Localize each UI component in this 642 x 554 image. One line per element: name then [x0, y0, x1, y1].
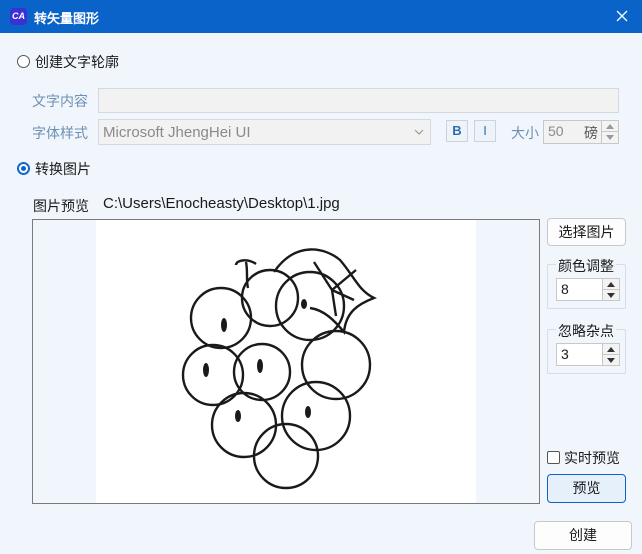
select-image-button[interactable]: 选择图片	[547, 218, 626, 246]
convert-image-radio[interactable]	[17, 162, 30, 175]
font-select-value: Microsoft JhengHei UI	[103, 124, 251, 141]
window-title: 转矢量图形	[34, 11, 100, 26]
spin-up-icon	[606, 124, 614, 129]
app-icon: CA	[10, 8, 27, 25]
dialog-body: 创建文字轮廓 文字内容 字体样式 Microsoft JhengHei UI B…	[0, 33, 642, 554]
italic-toggle[interactable]: I	[474, 120, 496, 142]
font-style-label: 字体样式	[32, 125, 88, 141]
size-stepper[interactable]: 50 磅	[543, 120, 619, 144]
color-spin[interactable]	[602, 279, 619, 300]
create-button[interactable]: 创建	[534, 521, 632, 550]
spin-down-icon	[607, 292, 615, 298]
grape-sketch-image	[181, 248, 377, 490]
noise-title: 忽略杂点	[556, 321, 616, 341]
font-select[interactable]: Microsoft JhengHei UI	[98, 119, 431, 145]
close-button[interactable]	[602, 0, 642, 33]
preview-button[interactable]: 预览	[547, 474, 626, 503]
size-label: 大小	[511, 125, 539, 141]
size-value: 50	[548, 123, 564, 139]
image-preview-panel	[32, 219, 540, 504]
noise-stepper[interactable]: 3	[556, 343, 620, 366]
title-bar: CA 转矢量图形	[0, 0, 642, 33]
size-unit: 磅	[584, 125, 598, 141]
convert-image-label[interactable]: 转换图片	[35, 159, 91, 179]
realtime-preview-label[interactable]: 实时预览	[564, 448, 620, 468]
image-preview-label: 图片预览	[33, 198, 89, 214]
text-outline-radio[interactable]	[17, 55, 30, 68]
color-adjust-group: 颜色调整 8	[547, 256, 626, 309]
bold-toggle[interactable]: B	[446, 120, 468, 142]
noise-value: 3	[561, 346, 569, 362]
spin-up-icon	[607, 347, 615, 352]
color-value: 8	[561, 281, 569, 297]
text-content-input[interactable]	[98, 88, 619, 113]
noise-spin[interactable]	[602, 344, 619, 365]
color-adjust-title: 颜色调整	[556, 256, 616, 276]
file-path: C:\Users\Enocheasty\Desktop\1.jpg	[103, 195, 340, 212]
spin-up-icon	[607, 282, 615, 287]
text-content-label: 文字内容	[32, 93, 88, 109]
color-stepper[interactable]: 8	[556, 278, 620, 301]
spin-down-icon	[606, 135, 614, 140]
close-icon	[616, 10, 628, 22]
preview-image	[96, 220, 476, 503]
realtime-preview-checkbox[interactable]	[547, 451, 560, 464]
size-spin[interactable]	[601, 121, 618, 143]
noise-group: 忽略杂点 3	[547, 321, 626, 374]
text-outline-label[interactable]: 创建文字轮廓	[35, 52, 119, 72]
chevron-down-icon	[414, 129, 424, 135]
spin-down-icon	[607, 357, 615, 363]
